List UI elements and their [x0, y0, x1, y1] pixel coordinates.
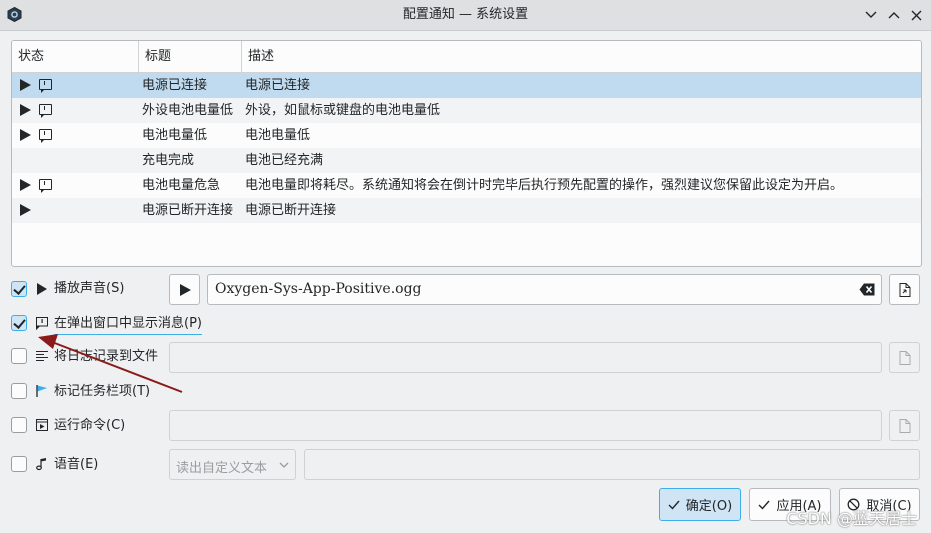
clear-text-icon[interactable]	[859, 283, 875, 296]
preview-sound-button[interactable]	[169, 274, 200, 305]
chevron-up-icon	[888, 12, 900, 19]
log-file-input[interactable]	[169, 342, 882, 373]
chevron-down-icon	[865, 11, 877, 18]
ok-label: 确定(O)	[685, 499, 733, 514]
table-row[interactable]: 外设电池电量低 外设，如鼠标或键盘的电池电量低	[12, 98, 921, 123]
speech-mode-select[interactable]: 读出自定义文本	[169, 449, 296, 480]
play-sound-label[interactable]: 播放声音(S)	[54, 280, 124, 298]
row-description: 电池电量低	[245, 128, 311, 143]
log-file-label[interactable]: 将日志记录到文件	[54, 348, 158, 366]
table-row[interactable]: 充电完成 电池已经充满	[12, 148, 921, 173]
checkmark-icon	[758, 500, 770, 510]
music-note-icon	[36, 458, 46, 471]
taskbar-label[interactable]: 标记任务栏项(T)	[54, 383, 150, 401]
column-header-status[interactable]: 状态	[12, 41, 138, 72]
column-header-title[interactable]: 标题	[138, 41, 241, 72]
popup-message-icon	[36, 317, 48, 330]
chevron-down-icon	[279, 462, 289, 468]
maximize-button[interactable]	[884, 5, 904, 25]
ok-button[interactable]: 确定(O)	[659, 488, 741, 521]
log-file-checkbox[interactable]	[11, 348, 27, 364]
popup-message-icon	[39, 79, 52, 93]
open-sound-file-button[interactable]	[889, 274, 920, 305]
checkmark-icon	[668, 500, 680, 510]
minimize-button[interactable]	[861, 5, 881, 25]
row-title: 电池电量危急	[142, 178, 221, 193]
open-log-file-button[interactable]	[889, 342, 920, 373]
row-title: 外设电池电量低	[142, 103, 234, 118]
column-header-description[interactable]: 描述	[241, 41, 921, 72]
row-title: 电源已连接	[142, 78, 208, 93]
row-description: 电源已连接	[245, 78, 311, 93]
play-icon	[20, 79, 31, 91]
table-row[interactable]: 电池电量低 电池电量低	[12, 123, 921, 148]
command-input[interactable]	[169, 410, 882, 441]
row-title: 电源已断开连接	[142, 203, 234, 218]
speech-label[interactable]: 语音(E)	[54, 456, 98, 474]
row-description: 外设，如鼠标或键盘的电池电量低	[245, 103, 441, 118]
speech-checkbox[interactable]	[11, 456, 27, 472]
text-lines-icon	[36, 351, 48, 361]
close-button[interactable]	[906, 5, 926, 25]
row-title: 电池电量低	[142, 128, 208, 143]
popup-label[interactable]: 在弹出窗口中显示消息(P)	[54, 315, 202, 335]
play-sound-checkbox[interactable]	[11, 281, 27, 297]
table-row[interactable]: 电源已断开连接 电源已断开连接	[12, 198, 921, 223]
play-icon	[20, 204, 31, 216]
close-icon	[911, 10, 921, 20]
table-row[interactable]: 电源已连接 电源已连接	[12, 73, 921, 98]
open-file-icon	[899, 283, 911, 297]
open-file-icon	[899, 419, 911, 433]
popup-message-icon	[39, 179, 52, 193]
run-command-label[interactable]: 运行命令(C)	[54, 417, 125, 435]
play-icon	[20, 104, 31, 116]
events-table: 状态 标题 描述 电源已连接 电源已连接 外设电池电量低 外设，如鼠标或键盘的电…	[11, 40, 922, 267]
sound-file-input[interactable]: Oxygen-Sys-App-Positive.ogg	[207, 274, 882, 305]
play-icon	[20, 179, 31, 191]
row-description: 电源已断开连接	[245, 203, 337, 218]
table-header: 状态 标题 描述	[12, 41, 921, 73]
watermark: CSDN @蓝天居士	[786, 509, 917, 528]
open-command-button[interactable]	[889, 410, 920, 441]
play-icon	[20, 129, 31, 141]
popup-message-icon	[39, 104, 52, 118]
sound-file-value: Oxygen-Sys-App-Positive.ogg	[215, 281, 422, 297]
speech-text-input[interactable]	[304, 449, 920, 480]
speech-mode-value: 读出自定义文本	[176, 461, 268, 476]
open-file-icon	[899, 351, 911, 365]
row-description: 电池已经充满	[245, 153, 324, 168]
play-icon	[37, 283, 47, 295]
flag-icon	[36, 385, 47, 397]
popup-message-icon	[39, 129, 52, 143]
window-title: 配置通知 — 系统设置	[402, 7, 529, 22]
popup-checkbox[interactable]	[11, 315, 27, 331]
play-icon	[180, 284, 191, 296]
title-bar: 配置通知 — 系统设置	[0, 0, 931, 31]
row-title: 充电完成	[142, 153, 195, 168]
row-description: 电池电量即将耗尽。系统通知将会在倒计时完毕后执行预先配置的操作，强烈建议您保留此…	[245, 178, 844, 193]
taskbar-checkbox[interactable]	[11, 383, 27, 399]
table-row[interactable]: 电池电量危急 电池电量即将耗尽。系统通知将会在倒计时完毕后执行预先配置的操作，强…	[12, 173, 921, 198]
run-command-icon	[36, 419, 48, 431]
run-command-checkbox[interactable]	[11, 417, 27, 433]
